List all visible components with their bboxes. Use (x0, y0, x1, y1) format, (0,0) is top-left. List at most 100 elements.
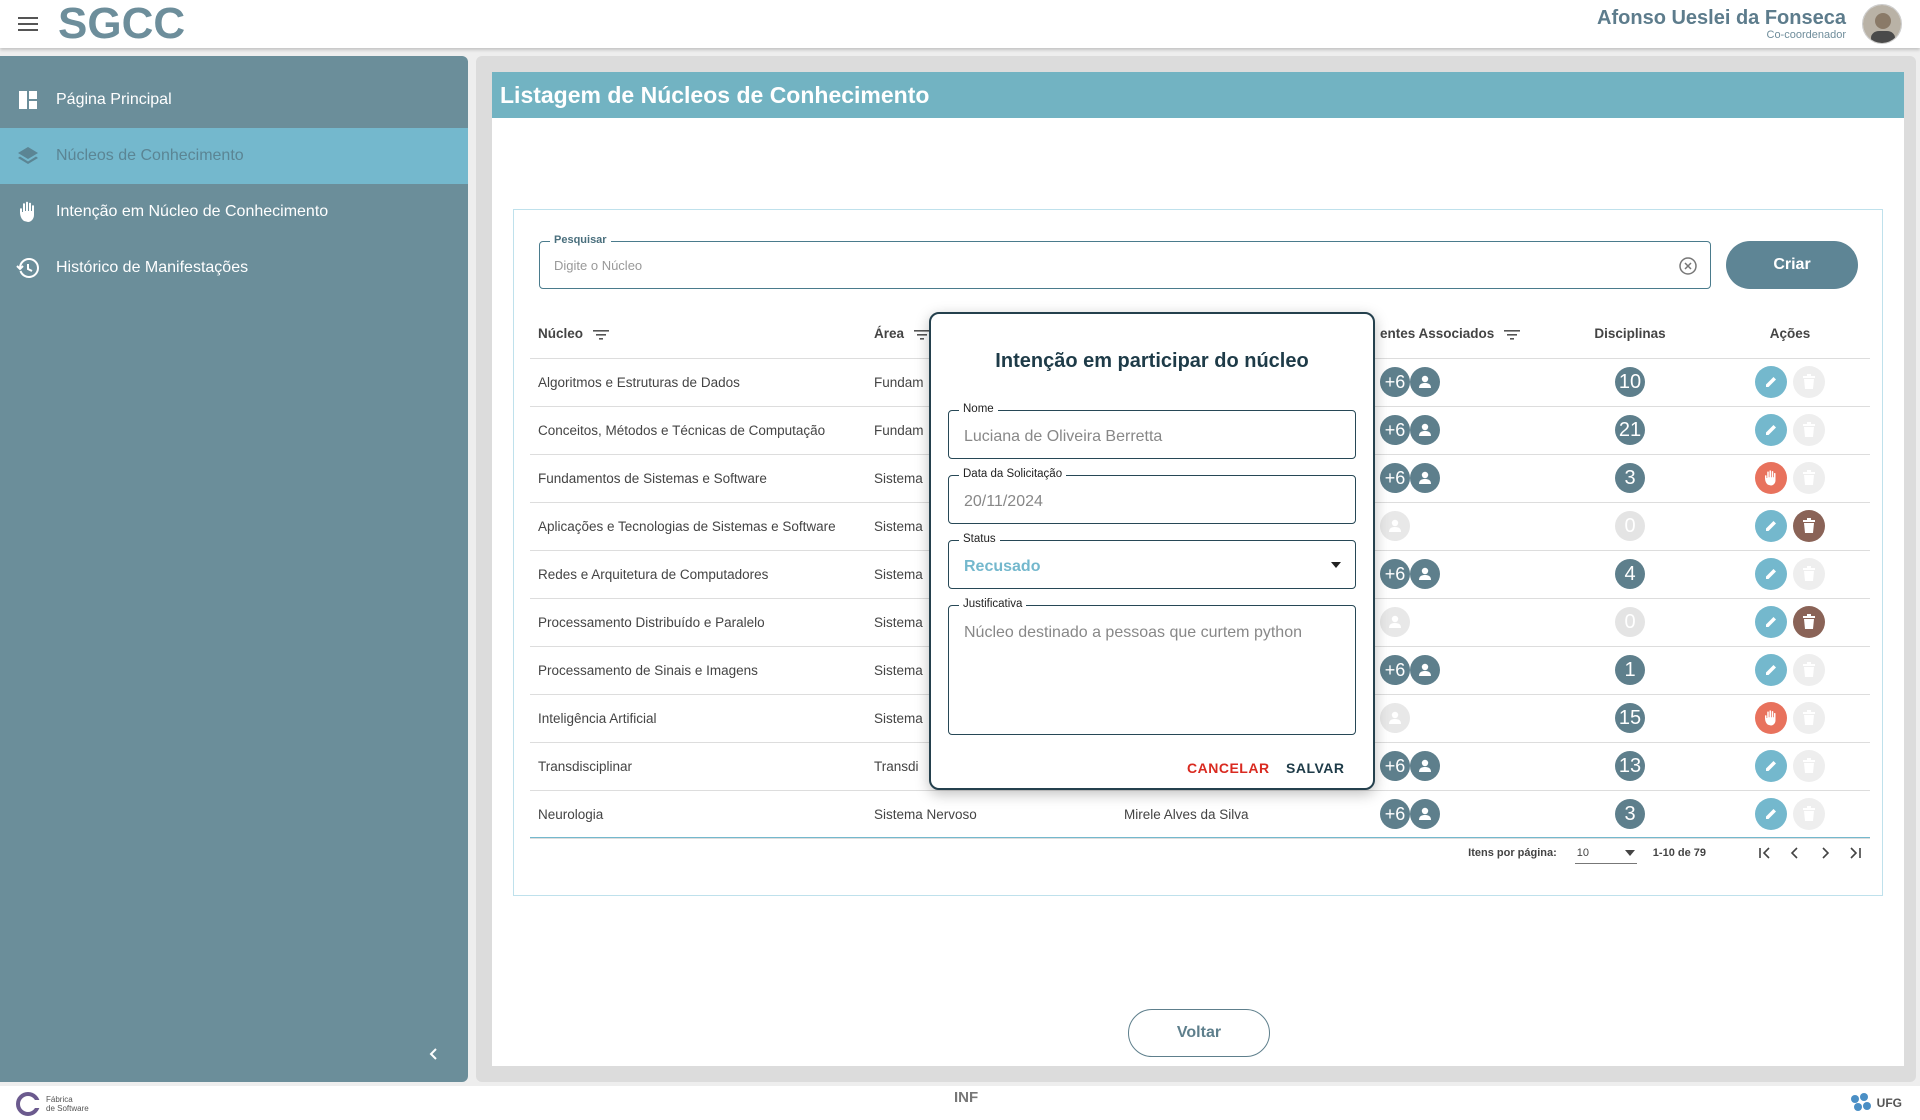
page-range: 1-10 de 79 (1652, 847, 1706, 859)
avatar[interactable] (1862, 4, 1902, 44)
chevron-left-icon (429, 1048, 437, 1060)
pencil-icon (1763, 422, 1779, 438)
edit-button[interactable] (1755, 510, 1787, 542)
cell-disciplinas: 21 (1550, 406, 1710, 455)
sidebar-item-nucleos[interactable]: Núcleos de Conhecimento (0, 128, 468, 184)
delete-button[interactable] (1793, 510, 1825, 542)
intencao-hand-button[interactable] (1755, 702, 1787, 734)
disciplinas-count-badge[interactable]: 3 (1615, 463, 1645, 493)
trash-icon (1802, 566, 1816, 582)
edit-button[interactable] (1755, 414, 1787, 446)
delete-button[interactable] (1793, 606, 1825, 638)
cell-disciplinas: 3 (1550, 790, 1710, 839)
status-value: Recusado (964, 558, 1041, 575)
edit-button[interactable] (1755, 798, 1787, 830)
pencil-icon (1763, 614, 1779, 630)
sidebar-item-historico[interactable]: Histórico de Manifestações (0, 240, 468, 296)
cell-acoes (1710, 358, 1870, 407)
next-page-button[interactable] (1814, 842, 1836, 864)
data-solicitacao-value: 20/11/2024 (964, 493, 1043, 510)
filter-icon[interactable] (593, 329, 610, 341)
docentes-count-badge[interactable]: +6 (1380, 415, 1410, 445)
cell-nucleo: Aplicações e Tecnologias de Sistemas e S… (530, 502, 874, 551)
user-icon[interactable] (1410, 367, 1440, 397)
user-icon[interactable] (1410, 559, 1440, 589)
user-icon[interactable] (1410, 415, 1440, 445)
column-header-docentes[interactable]: entes Associados (1380, 310, 1550, 359)
last-page-button[interactable] (1844, 842, 1866, 864)
cell-docentes: +6 (1380, 646, 1550, 695)
sidebar-item-intencao[interactable]: Intenção em Núcleo de Conhecimento (0, 184, 468, 240)
search-input[interactable] (554, 258, 1654, 273)
menu-button[interactable] (14, 10, 42, 38)
disciplinas-count-badge[interactable]: 0 (1615, 511, 1645, 541)
disciplinas-count-badge[interactable]: 10 (1615, 367, 1645, 397)
cell-nucleo: Transdisciplinar (530, 742, 874, 791)
ufg-logo-icon (1850, 1093, 1871, 1111)
table-row[interactable]: Neurologia Sistema Nervoso Mirele Alves … (530, 790, 1870, 839)
disciplinas-count-badge[interactable]: 3 (1615, 799, 1645, 829)
status-select[interactable]: Status Recusado (948, 533, 1356, 589)
docentes-count-badge[interactable]: +6 (1380, 367, 1410, 397)
cell-acoes (1710, 406, 1870, 455)
last-page-icon (1850, 847, 1861, 859)
user-icon[interactable] (1410, 463, 1440, 493)
intencao-hand-button[interactable] (1755, 462, 1787, 494)
nome-field[interactable]: Nome Luciana de Oliveira Berretta (948, 403, 1356, 459)
cancel-button[interactable]: CANCELAR (1187, 760, 1270, 776)
items-per-page-select[interactable]: 10 (1574, 842, 1637, 864)
collapse-sidebar-button[interactable] (424, 1044, 444, 1064)
cell-docentes (1380, 694, 1550, 743)
docentes-count-badge[interactable]: +6 (1380, 799, 1410, 829)
edit-button[interactable] (1755, 750, 1787, 782)
disciplinas-count-badge[interactable]: 0 (1615, 607, 1645, 637)
edit-button[interactable] (1755, 558, 1787, 590)
data-solicitacao-field[interactable]: Data da Solicitação 20/11/2024 (948, 468, 1356, 524)
save-button[interactable]: SALVAR (1286, 760, 1344, 776)
docentes-count-badge[interactable]: +6 (1380, 655, 1410, 685)
cell-docentes: +6 (1380, 550, 1550, 599)
cell-disciplinas: 13 (1550, 742, 1710, 791)
user-icon[interactable] (1410, 799, 1440, 829)
cell-nucleo: Algoritmos e Estruturas de Dados (530, 358, 874, 407)
dialog-title: Intenção em participar do núcleo (995, 350, 1309, 372)
sidebar-item-label: Intenção em Núcleo de Conhecimento (56, 203, 329, 220)
disciplinas-count-badge[interactable]: 15 (1615, 703, 1645, 733)
create-button[interactable]: Criar (1726, 241, 1858, 289)
disciplinas-count-badge[interactable]: 13 (1615, 751, 1645, 781)
clear-search-icon[interactable] (1678, 256, 1698, 276)
user-icon[interactable] (1410, 655, 1440, 685)
disciplinas-count-badge[interactable]: 1 (1615, 655, 1645, 685)
intencao-dialog: Intenção em participar do núcleo Nome Lu… (929, 312, 1375, 790)
user-icon[interactable] (1410, 751, 1440, 781)
items-per-page-value: 10 (1576, 846, 1590, 859)
edit-button[interactable] (1755, 654, 1787, 686)
chevron-right-icon (1822, 847, 1830, 859)
delete-button (1793, 558, 1825, 590)
disciplinas-count-badge[interactable]: 4 (1615, 559, 1645, 589)
justificativa-field[interactable]: Justificativa Núcleo destinado a pessoas… (948, 598, 1356, 735)
edit-button[interactable] (1755, 366, 1787, 398)
docentes-count-badge[interactable]: +6 (1380, 463, 1410, 493)
cell-disciplinas: 4 (1550, 550, 1710, 599)
edit-button[interactable] (1755, 606, 1787, 638)
sidebar-item-pagina-principal[interactable]: Página Principal (0, 72, 468, 128)
filter-icon[interactable] (914, 329, 931, 341)
back-button[interactable]: Voltar (1128, 1009, 1270, 1057)
pencil-icon (1763, 374, 1779, 390)
cell-disciplinas: 15 (1550, 694, 1710, 743)
column-header-nucleo[interactable]: Núcleo (530, 310, 874, 359)
filter-icon[interactable] (1504, 329, 1521, 341)
status-label: Status (959, 533, 1000, 545)
fabrica-line2: de Software (46, 1104, 89, 1113)
docentes-count-badge[interactable]: +6 (1380, 751, 1410, 781)
cell-docentes: +6 (1380, 454, 1550, 503)
first-page-button[interactable] (1754, 842, 1776, 864)
docentes-count-badge[interactable]: +6 (1380, 559, 1410, 589)
inf-text: INF (954, 1089, 979, 1106)
user-icon (1380, 607, 1410, 637)
layers-icon (18, 147, 38, 164)
disciplinas-count-badge[interactable]: 21 (1615, 415, 1645, 445)
prev-page-button[interactable] (1784, 842, 1806, 864)
app-logo[interactable]: SGCC (58, 0, 192, 49)
